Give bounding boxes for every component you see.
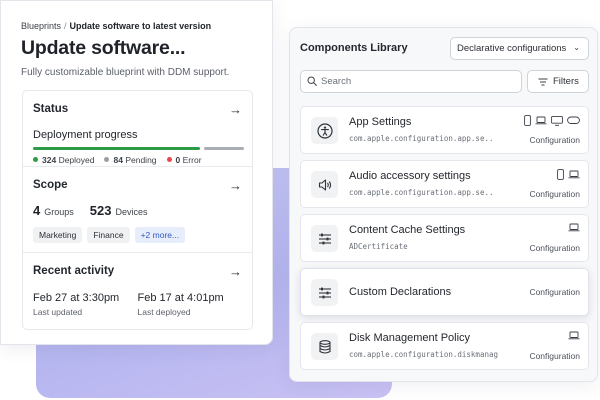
database-icon bbox=[311, 333, 338, 360]
vision-headset-icon bbox=[567, 116, 580, 124]
sliders-icon bbox=[311, 225, 338, 252]
more-tags-link[interactable]: +2 more... bbox=[134, 227, 186, 243]
list-item[interactable]: Custom Declarations Configuration bbox=[300, 268, 589, 316]
item-type: Configuration bbox=[529, 243, 580, 253]
item-name: Custom Declarations bbox=[349, 286, 452, 298]
laptop-icon bbox=[568, 331, 580, 340]
item-identifier: com.apple.configuration.diskmanag... bbox=[349, 350, 499, 359]
item-identifier: ADCertificate bbox=[349, 242, 408, 251]
chevron-down-icon: ⌄ bbox=[573, 43, 580, 52]
item-identifier: com.apple.configuration.app.se.. bbox=[349, 134, 494, 143]
legend-error: 0 Error bbox=[166, 155, 202, 165]
item-type: Configuration bbox=[529, 287, 580, 297]
item-type: Configuration bbox=[529, 135, 580, 145]
accessibility-icon bbox=[311, 117, 338, 144]
configuration-type-select[interactable]: Declarative configurations ⌄ bbox=[450, 37, 589, 60]
speaker-icon bbox=[311, 171, 338, 198]
arrow-right-icon[interactable]: → bbox=[229, 102, 242, 117]
breadcrumb-separator: / bbox=[64, 21, 67, 31]
filter-lines-icon bbox=[538, 78, 548, 86]
status-dot-icon bbox=[33, 157, 38, 162]
legend-pending: 84 Pending bbox=[104, 155, 157, 165]
recent-activity-section[interactable]: Recent activity → Feb 27 at 3:30pm Last … bbox=[23, 253, 252, 329]
item-name: Disk Management Policy bbox=[349, 332, 471, 344]
search-placeholder: Search bbox=[321, 76, 352, 87]
filters-label: Filters bbox=[553, 76, 579, 87]
sliders-icon bbox=[311, 279, 338, 306]
tag-marketing: Marketing bbox=[33, 227, 83, 243]
device-icons bbox=[524, 115, 580, 126]
device-icons bbox=[557, 169, 580, 180]
page-subtitle: Fully customizable blueprint with DDM su… bbox=[21, 67, 230, 78]
search-input[interactable]: Search bbox=[300, 70, 522, 93]
devices-count-stat: 523 Devices bbox=[89, 203, 148, 218]
components-library-panel: Components Library Declarative configura… bbox=[289, 27, 598, 382]
device-icons bbox=[568, 331, 580, 340]
item-name: App Settings bbox=[349, 116, 412, 128]
filters-button[interactable]: Filters bbox=[527, 70, 589, 93]
list-item[interactable]: Content Cache Settings ADCertificate Con… bbox=[300, 214, 589, 262]
blueprint-card: Blueprints / Update software to latest ver… bbox=[0, 0, 273, 345]
arrow-right-icon[interactable]: → bbox=[229, 264, 242, 279]
progress-fill-pending bbox=[204, 147, 244, 150]
item-type: Configuration bbox=[529, 351, 580, 361]
device-icons bbox=[568, 223, 580, 232]
arrow-right-icon[interactable]: → bbox=[229, 178, 242, 193]
last-deployed: Feb 17 at 4:01pm Last deployed bbox=[137, 292, 224, 317]
last-updated: Feb 27 at 3:30pm Last updated bbox=[33, 292, 120, 317]
laptop-icon bbox=[568, 223, 580, 232]
library-title: Components Library bbox=[300, 42, 408, 54]
item-identifier: com.apple.configuration.app.se.. bbox=[349, 188, 494, 197]
item-name: Content Cache Settings bbox=[349, 224, 466, 236]
laptop-icon bbox=[535, 116, 547, 125]
scope-title: Scope bbox=[33, 179, 68, 191]
groups-count-stat: 4 Groups bbox=[33, 203, 74, 218]
phone-icon bbox=[557, 169, 564, 180]
breadcrumb: Blueprints / Update software to latest ver… bbox=[21, 21, 252, 31]
legend-deployed: 324 Deployed bbox=[33, 155, 94, 165]
breadcrumb-root-link[interactable]: Blueprints bbox=[21, 21, 61, 31]
select-value: Declarative configurations bbox=[457, 43, 567, 54]
laptop-icon bbox=[568, 170, 580, 179]
status-title: Status bbox=[33, 103, 69, 115]
search-icon bbox=[307, 76, 317, 86]
page-title: Update software... bbox=[21, 37, 186, 59]
status-section[interactable]: Status → Deployment progress 324 Deploye… bbox=[23, 91, 252, 167]
item-name: Audio accessory settings bbox=[349, 170, 471, 182]
list-item[interactable]: App Settings com.apple.configuration.app… bbox=[300, 106, 589, 154]
list-item[interactable]: Disk Management Policy com.apple.configu… bbox=[300, 322, 589, 370]
progress-fill-deployed bbox=[33, 147, 200, 150]
progress-legend: 324 Deployed 84 Pending 0 Error bbox=[33, 155, 242, 165]
status-dot-icon bbox=[166, 157, 172, 162]
tag-finance: Finance bbox=[87, 227, 130, 243]
recent-activity-title: Recent activity bbox=[33, 265, 115, 277]
desktop-icon bbox=[551, 115, 563, 126]
phone-icon bbox=[524, 115, 531, 126]
scope-section[interactable]: Scope → 4 Groups 523 Devices Marketing Fin… bbox=[23, 167, 252, 253]
breadcrumb-current: Update software to latest version bbox=[69, 21, 212, 31]
deployment-progress-label: Deployment progress bbox=[33, 129, 138, 141]
item-type: Configuration bbox=[529, 189, 580, 199]
scope-tags: Marketing Finance +2 more... bbox=[33, 227, 242, 243]
deployment-progress-bar bbox=[33, 147, 244, 150]
summary-panel: Status → Deployment progress 324 Deploye… bbox=[22, 90, 253, 330]
list-item[interactable]: Audio accessory settings com.apple.confi… bbox=[300, 160, 589, 208]
status-dot-icon bbox=[104, 157, 110, 162]
